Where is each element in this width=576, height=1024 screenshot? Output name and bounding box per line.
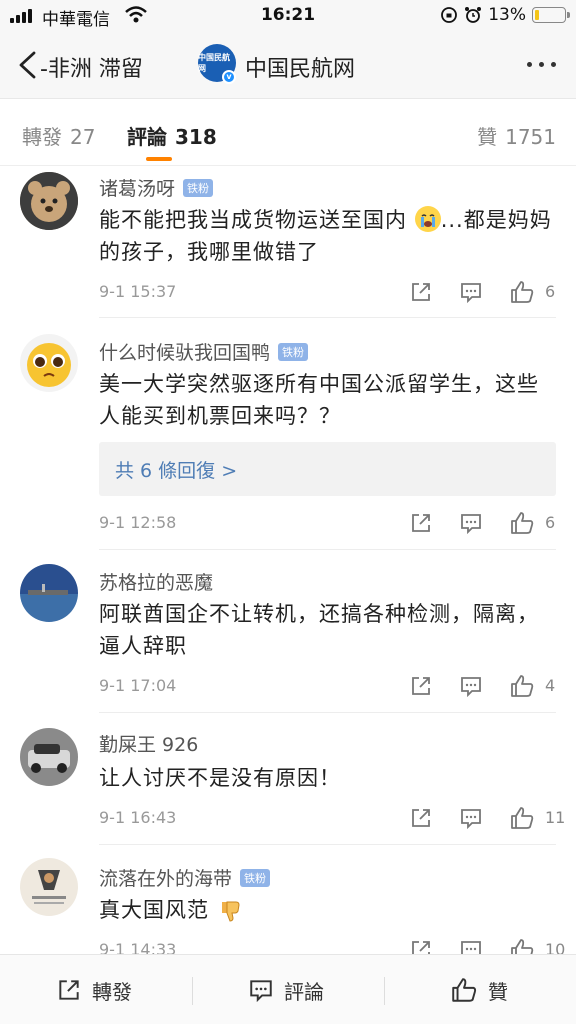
share-icon[interactable] <box>409 280 433 304</box>
comment-time: 9-1 15:37 <box>99 282 177 301</box>
comment-time: 9-1 17:04 <box>99 676 177 695</box>
account-name[interactable]: 中国民航网 <box>245 51 355 83</box>
battery-icon <box>532 7 570 23</box>
tab-bar: 轉發 27 評論 318 贊 1751 <box>0 98 576 166</box>
like-button[interactable]: 贊 <box>450 955 508 1024</box>
comment-icon[interactable] <box>459 280 483 304</box>
share-icon[interactable] <box>409 806 433 830</box>
comment-icon[interactable] <box>459 806 483 830</box>
nav-bar: -非洲 滞留 中国民航网 v 中国民航网 <box>0 32 576 98</box>
repost-icon <box>59 980 79 1000</box>
thumbs-down-emoji-icon <box>221 901 240 922</box>
like-icon <box>452 978 477 1002</box>
avatar[interactable] <box>20 334 78 392</box>
like-icon[interactable] <box>509 674 535 698</box>
username[interactable]: 苏格拉的恶魔 <box>99 568 213 595</box>
like-count: 4 <box>545 676 556 695</box>
view-replies-link[interactable]: 共 6 條回復 > <box>115 456 237 483</box>
battery-percent: 13% <box>488 5 526 25</box>
avatar[interactable] <box>20 172 78 230</box>
reply-thread[interactable]: 共 6 條回復 > <box>99 442 556 496</box>
fan-badge: 铁粉 <box>183 179 214 197</box>
like-count: 6 <box>545 513 556 532</box>
comment-icon[interactable] <box>459 511 483 535</box>
more-icon[interactable] <box>527 62 556 67</box>
status-bar: 中華電信 16:21 13% <box>0 0 576 32</box>
repost-label: 轉發 <box>92 979 132 1004</box>
alarm-icon <box>465 7 482 23</box>
comment-button[interactable]: 評論 <box>248 955 324 1024</box>
like-icon[interactable] <box>509 511 535 535</box>
avatar[interactable] <box>20 564 78 622</box>
username[interactable]: 勤屎王 926 <box>99 730 198 757</box>
fan-badge: 铁粉 <box>240 869 271 887</box>
tab-like[interactable]: 贊 1751 <box>477 121 556 150</box>
repost-button[interactable]: 轉發 <box>56 955 132 1024</box>
like-label: 贊 <box>488 979 508 1004</box>
divider <box>99 549 556 550</box>
divider <box>99 317 556 318</box>
verified-badge-icon: v <box>222 70 236 84</box>
comment-label: 評論 <box>284 979 324 1004</box>
divider <box>99 712 556 713</box>
crying-emoji-icon <box>414 206 441 232</box>
like-icon[interactable] <box>509 280 535 304</box>
share-icon[interactable] <box>409 511 433 535</box>
like-count: 6 <box>545 282 556 301</box>
comment-text: 阿联酋国企不让转机，还搞各种检测，隔离，逼人辞职 <box>99 602 539 658</box>
comment-time: 9-1 16:43 <box>99 808 177 827</box>
comment-time: 9-1 12:58 <box>99 513 177 532</box>
orientation-lock-icon <box>441 7 458 23</box>
comment-text: 能不能把我当成货物运送至国内 ...都是妈妈的孩子，我哪里做错了 <box>99 206 552 264</box>
like-icon[interactable] <box>509 806 535 830</box>
comment-text: 让人讨厌不是没有原因！ <box>99 766 341 790</box>
username[interactable]: 诸葛汤呀 铁粉 <box>99 174 214 201</box>
fan-badge: 铁粉 <box>278 343 309 361</box>
back-arrow-icon[interactable] <box>14 50 42 80</box>
separator <box>192 977 193 1005</box>
comment-icon[interactable] <box>459 674 483 698</box>
comment-text: 美一大学突然驱逐所有中国公派留学生，这些人能买到机票回来吗？？ <box>99 372 539 428</box>
avatar[interactable] <box>20 858 78 916</box>
comment-icon <box>250 980 272 1003</box>
active-tab-indicator <box>146 157 172 161</box>
like-count: 11 <box>545 808 566 827</box>
share-icon[interactable] <box>409 674 433 698</box>
avatar[interactable] <box>20 728 78 786</box>
separator <box>384 977 385 1005</box>
divider <box>99 844 556 845</box>
bottom-action-bar: 轉發 評論 贊 <box>0 954 576 1024</box>
username[interactable]: 流落在外的海带 铁粉 <box>99 864 271 891</box>
tab-repost[interactable]: 轉發 27 <box>22 121 95 150</box>
tab-comment[interactable]: 評論 318 <box>127 121 217 150</box>
username[interactable]: 什么时候驮我回国鸭 铁粉 <box>99 338 309 365</box>
comment-text: 真大国风范 <box>99 894 559 926</box>
back-title[interactable]: -非洲 滞留 <box>40 51 143 83</box>
